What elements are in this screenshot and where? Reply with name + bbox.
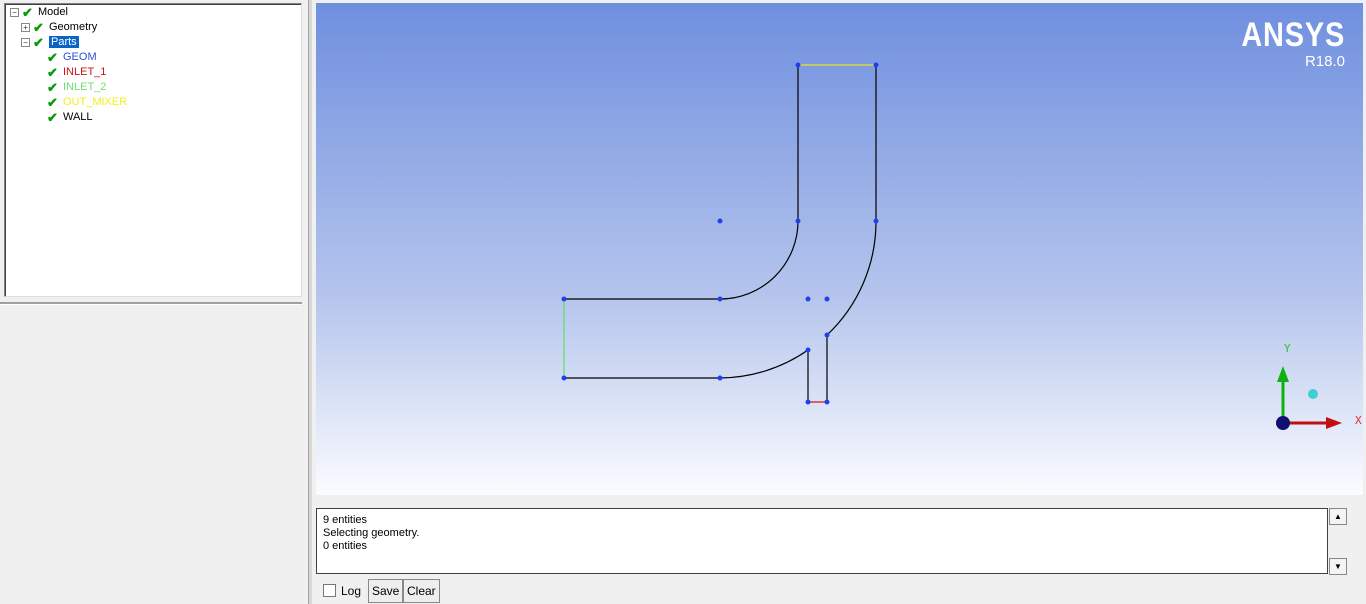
scroll-up-icon[interactable]: ▲ xyxy=(1329,508,1347,525)
tree-item-geometry[interactable]: + ✔ Geometry xyxy=(21,20,97,35)
tree-label: Parts xyxy=(49,36,79,48)
checkbox-checked-icon[interactable]: ✔ xyxy=(47,96,58,109)
message-scrollbar[interactable]: ▲ ▼ xyxy=(1329,508,1347,576)
log-checkbox[interactable] xyxy=(323,584,336,597)
tree-item-part[interactable]: ✔ GEOM xyxy=(47,50,97,65)
tree-item-part[interactable]: ✔ WALL xyxy=(47,110,93,125)
tree-item-model[interactable]: − ✔ Model xyxy=(10,5,68,20)
checkbox-checked-icon[interactable]: ✔ xyxy=(47,51,58,64)
checkbox-checked-icon[interactable]: ✔ xyxy=(47,81,58,94)
tree-label: WALL xyxy=(63,111,93,123)
expand-icon[interactable]: + xyxy=(21,22,30,32)
checkbox-checked-icon[interactable]: ✔ xyxy=(33,21,44,34)
graphics-viewport[interactable]: ANSYS R18.0 xyxy=(316,3,1363,495)
tree-label: Model xyxy=(38,6,68,18)
tree-label: Geometry xyxy=(49,21,98,33)
tree-item-part[interactable]: ✔ OUT_MIXER xyxy=(47,95,127,110)
checkbox-checked-icon[interactable]: ✔ xyxy=(47,66,58,79)
message-line: Selecting geometry. xyxy=(323,527,420,539)
version-label: R18.0 xyxy=(1304,53,1345,70)
tree-item-part[interactable]: ✔ INLET_1 xyxy=(47,65,106,80)
save-button[interactable]: Save xyxy=(368,579,404,603)
tree-label: INLET_2 xyxy=(63,81,107,93)
clear-button[interactable]: Clear xyxy=(403,579,440,603)
log-label: Log xyxy=(341,584,362,598)
tree-label: GEOM xyxy=(63,51,97,63)
scroll-down-icon[interactable]: ▼ xyxy=(1329,558,1347,575)
checkbox-checked-icon[interactable]: ✔ xyxy=(33,36,44,49)
checkbox-checked-icon[interactable]: ✔ xyxy=(47,111,58,124)
tree-label: OUT_MIXER xyxy=(63,96,128,108)
collapse-icon[interactable]: − xyxy=(10,7,19,17)
tree-label: INLET_1 xyxy=(63,66,107,78)
ansys-logo: ANSYS R18.0 xyxy=(1223,17,1345,70)
message-line: 0 entities xyxy=(323,540,368,552)
checkbox-checked-icon[interactable]: ✔ xyxy=(22,6,33,19)
tree-item-parts[interactable]: − ✔ Parts xyxy=(21,35,79,50)
tree-item-part[interactable]: ✔ INLET_2 xyxy=(47,80,106,95)
model-tree[interactable]: − ✔ Model + ✔ Geometry − ✔ Parts ✔ GEOM ✔ INLET_1… xyxy=(4,3,302,297)
message-window[interactable]: 9 entities Selecting geometry. 0 entities xyxy=(316,508,1328,574)
splitter[interactable] xyxy=(308,0,312,604)
collapse-icon[interactable]: − xyxy=(21,37,30,47)
message-line: 9 entities xyxy=(323,514,368,526)
panel-divider[interactable] xyxy=(0,302,302,305)
